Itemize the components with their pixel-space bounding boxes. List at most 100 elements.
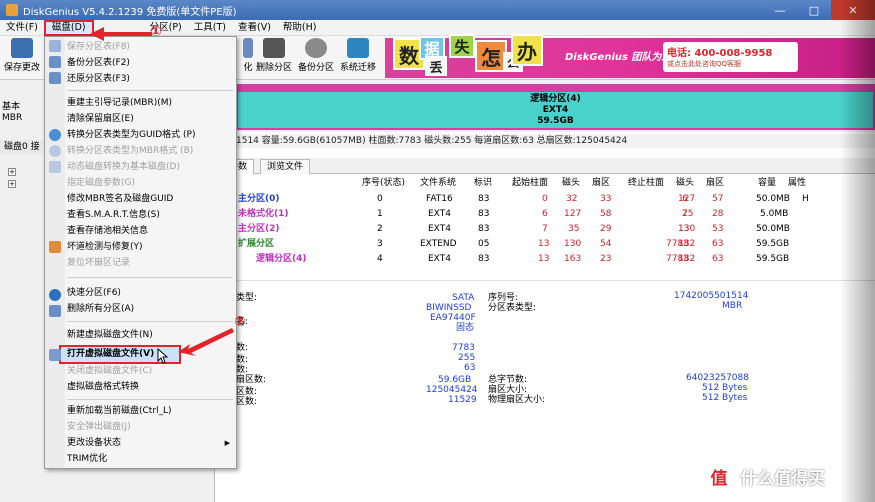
menu-item-dynamic-to-basic[interactable]: 动态磁盘转换为基本磁盘(D) [67, 159, 235, 175]
save-changes-label: 保存更改 [3, 63, 40, 73]
maximize-button[interactable]: □ [797, 0, 831, 20]
close-button[interactable]: ✕ [831, 0, 875, 20]
id-cell: 83 [478, 194, 490, 204]
menu-item-storage-pool[interactable]: 查看存储池相关信息 [67, 223, 235, 239]
banner-tile: 丢 [425, 56, 447, 76]
menu-item-reset-bad-sectors[interactable]: 复位坏扇区记录 [67, 255, 235, 271]
table-row[interactable]: 主分区(0) 0 FAT16 83 0 32 33 6 127 57 50.0M… [216, 192, 875, 207]
trash-icon [263, 38, 285, 58]
tree-expand-icon[interactable]: + [8, 180, 16, 188]
id-cell: 83 [478, 224, 490, 234]
mouse-cursor-icon [157, 348, 169, 364]
menu-view[interactable]: 查看(V) [232, 20, 277, 36]
watermark-text: 什么值得买 [740, 468, 825, 489]
table-row[interactable]: 主分区(2) 2 EXT4 83 7 35 29 13 130 53 50.0M… [216, 222, 875, 237]
fs-cell: EXT4 [428, 224, 451, 234]
contact-qq: 或点击此处咨询QQ客服 [667, 60, 742, 68]
menu-item-convert-to-guid[interactable]: 转换分区表类型为GUID格式 (P) [67, 127, 235, 143]
banner-tile: 失 [449, 34, 475, 58]
annotation-step-1: ① [150, 24, 162, 40]
menu-item-rebuild-mbr[interactable]: 重建主引导记录(MBR)(M) [67, 95, 235, 111]
partition-name-cell: 逻辑分区(4) [256, 254, 307, 264]
fs-cell: EXT4 [428, 254, 451, 264]
disk-type-line: MBR [2, 113, 23, 123]
menu-item-modify-mbr-signature[interactable]: 修改MBR签名及磁盘GUID [67, 191, 235, 207]
watermark-badge: 值 [704, 461, 734, 491]
id-cell: 05 [478, 239, 490, 249]
annotation-step-2: ② [234, 314, 246, 330]
start-cyl-cell: 7 [542, 224, 548, 234]
menu-tools[interactable]: 工具(T) [188, 20, 232, 36]
size-cell: 50.0MB [756, 224, 790, 234]
size-cell: 59.5GB [756, 254, 790, 264]
restore-table-icon [49, 72, 61, 84]
col-header: 磁头 [562, 178, 581, 188]
menu-item-virtual-disk-convert[interactable]: 虚拟磁盘格式转换 [67, 379, 235, 395]
migration-icon [347, 38, 369, 58]
end-head-cell: 182 [678, 254, 696, 264]
app-icon [6, 4, 18, 16]
detail-label: 类型: [236, 293, 258, 303]
backup-table-icon [49, 56, 61, 68]
menu-item-restore-partition-table[interactable]: 还原分区表(F3) [67, 71, 235, 87]
index-cell: 2 [377, 224, 383, 234]
menu-item-delete-all-partitions[interactable]: 删除所有分区(A) [67, 301, 235, 317]
menu-item-convert-to-mbr[interactable]: 转换分区表类型为MBR格式 (B) [67, 143, 235, 159]
col-header: 容量 [758, 178, 777, 188]
menu-item-clear-reserved-sectors[interactable]: 清除保留扇区(E) [67, 111, 235, 127]
fs-cell: FAT16 [426, 194, 453, 204]
disk-type-info: 基本 MBR [2, 84, 42, 124]
system-migration-button[interactable]: 系统迁移 [336, 38, 380, 78]
contact-box[interactable]: 电话: 400-008-9958 或点击此处咨询QQ客服 [663, 42, 798, 72]
tree-expand-icon[interactable]: + [8, 168, 16, 176]
minimize-button[interactable]: — [763, 0, 797, 20]
delete-partition-button[interactable]: 删除分区 [252, 38, 296, 78]
save-changes-button[interactable]: 保存更改 [2, 38, 42, 78]
col-header: 起始柱面 [512, 178, 549, 188]
start-sector-cell: 23 [600, 254, 612, 264]
menu-separator [67, 277, 233, 278]
repair-icon [49, 241, 61, 253]
index-cell: 4 [377, 254, 383, 264]
start-sector-cell: 29 [600, 224, 612, 234]
start-sector-cell: 33 [600, 194, 612, 204]
tab-browse-files[interactable]: 浏览文件 [260, 159, 311, 174]
end-sector-cell: 53 [712, 224, 724, 234]
detail-value: 固态 [456, 323, 475, 333]
end-head-cell: 127 [678, 194, 696, 204]
partition-size: 59.5GB [537, 116, 574, 126]
convert-icon [49, 129, 61, 141]
partition-block[interactable]: 逻辑分区(4) EXT4 59.5GB [236, 84, 875, 130]
start-cyl-cell: 13 [538, 254, 550, 264]
menu-help[interactable]: 帮助(H) [277, 20, 323, 36]
table-row[interactable]: 逻辑分区(4) 4 EXT4 83 13 163 23 7783 182 63 … [216, 252, 875, 267]
detail-value: 512 Bytes [702, 393, 748, 403]
menu-item-backup-partition-table[interactable]: 备份分区表(F2) [67, 55, 235, 71]
banner-tile: 办 [511, 34, 543, 66]
menu-item-quick-partition[interactable]: 快速分区(F6) [67, 285, 235, 301]
ad-banner[interactable]: 数 据 丢 失 怎 么 办 DiskGenius 团队为您服务 电话: 400-… [385, 34, 875, 78]
menu-item-smart-info[interactable]: 查看S.M.A.R.T.信息(S) [67, 207, 235, 223]
menu-file[interactable]: 文件(F) [0, 20, 44, 36]
watermark: 值 什么值得买 [704, 456, 875, 496]
menu-separator [67, 399, 233, 400]
menu-item-bad-sector-check[interactable]: 坏道检测与修复(Y) [67, 239, 235, 255]
open-virtual-disk-icon [49, 349, 61, 361]
table-row[interactable]: 未格式化(1) 1 EXT4 83 6 127 58 7 25 28 5.0MB [216, 207, 875, 222]
menu-item-change-device-state[interactable]: 更改设备状态 [67, 435, 235, 451]
menu-item-trim[interactable]: TRIM优化 [67, 451, 235, 467]
fs-cell: EXT4 [428, 209, 451, 219]
menu-item-safe-eject[interactable]: 安全弹出磁盘(J) [67, 419, 235, 435]
partition-stripe [238, 86, 873, 92]
start-sector-cell: 58 [600, 209, 612, 219]
attr-cell: H [802, 194, 809, 204]
detail-value: MBR [722, 301, 743, 311]
menu-item-close-virtual-disk[interactable]: 关闭虚拟磁盘文件(C) [67, 363, 235, 379]
table-row[interactable]: 扩展分区 3 EXTEND 05 13 130 54 7783 182 63 5… [216, 237, 875, 252]
end-head-cell: 182 [678, 239, 696, 249]
index-cell: 3 [377, 239, 383, 249]
menu-item-disk-params[interactable]: 指定磁盘参数(G) [67, 175, 235, 191]
backup-partition-button[interactable]: 备份分区 [294, 38, 338, 78]
menu-item-reload-disk[interactable]: 重新加载当前磁盘(Ctrl_L) [67, 403, 235, 419]
col-header: 文件系统 [420, 178, 457, 188]
